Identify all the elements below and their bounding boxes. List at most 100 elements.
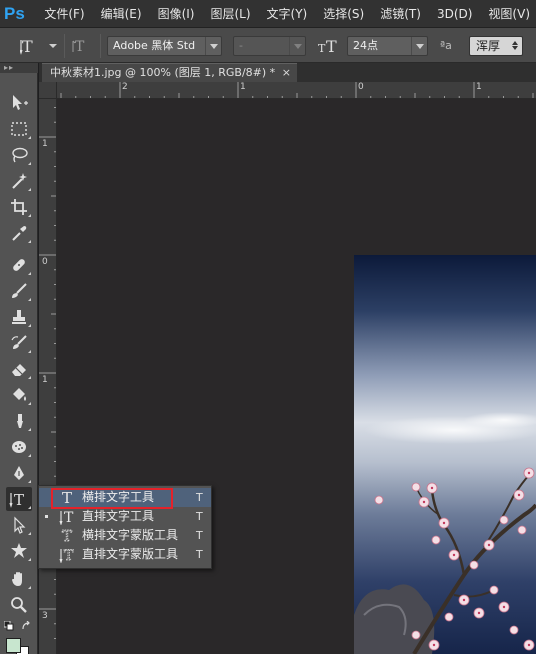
zoom-icon	[11, 597, 27, 613]
divider	[64, 34, 65, 58]
flyout-item-shortcut: T	[196, 548, 203, 561]
photoshop-logo: Ps	[4, 3, 25, 23]
canvas-area[interactable]	[57, 99, 536, 654]
font-style-dropdown[interactable]: -	[233, 36, 306, 56]
flyout-item-horizontal-type-mask[interactable]: T 横排文字蒙版工具 T	[39, 526, 211, 545]
font-style-value: -	[239, 39, 243, 52]
font-family-dropdown[interactable]: Adobe 黑体 Std	[107, 36, 222, 56]
path-selection-tool[interactable]	[6, 513, 32, 537]
sponge-tool[interactable]	[6, 435, 32, 459]
brush-tool[interactable]	[6, 279, 32, 303]
menu-layer[interactable]: 图层(L)	[204, 0, 256, 28]
flyout-item-label: 直排文字蒙版工具	[82, 547, 179, 561]
marquee-tool[interactable]	[6, 117, 32, 141]
ruler-label: 0	[42, 257, 48, 267]
ruler-ticks	[60, 82, 534, 98]
document-image[interactable]	[354, 255, 536, 654]
menu-bar: Ps 文件(F) 编辑(E) 图像(I) 图层(L) 文字(Y) 选择(S) 滤…	[0, 0, 536, 28]
menu-file[interactable]: 文件(F)	[38, 0, 90, 28]
horizontal-type-mask-icon: T	[62, 527, 73, 544]
crop-tool[interactable]	[6, 195, 32, 219]
ruler-label: 1	[476, 82, 482, 92]
sponge-icon	[12, 441, 26, 453]
lasso-icon	[12, 147, 28, 163]
highlight-outline	[51, 488, 173, 509]
blur-tool[interactable]	[6, 409, 32, 433]
lasso-tool[interactable]	[6, 143, 32, 167]
brush-icon	[12, 283, 27, 298]
hand-tool[interactable]	[6, 567, 32, 591]
vertical-type-icon: T	[20, 37, 33, 56]
ruler-label: 0	[358, 82, 364, 92]
eraser-tool[interactable]	[6, 357, 32, 381]
stamp-tool[interactable]	[6, 305, 32, 329]
font-size-value: 24点	[353, 39, 378, 52]
text-orientation-toggle[interactable]: T	[70, 28, 92, 63]
text-orientation-icon: T	[72, 39, 85, 55]
updown-arrows-icon	[512, 40, 519, 52]
menu-view[interactable]: 视图(V)	[482, 0, 536, 28]
hand-icon	[12, 572, 22, 586]
foreground-color-swatch[interactable]	[6, 638, 21, 653]
svg-text:T: T	[64, 510, 74, 525]
divider	[100, 34, 101, 58]
pen-icon	[14, 466, 24, 480]
eyedropper-tool[interactable]	[6, 221, 32, 245]
antialias-dropdown[interactable]: 浑厚	[469, 36, 523, 56]
chevron-down-icon	[205, 37, 221, 55]
eraser-icon	[12, 364, 26, 376]
menu-edit[interactable]: 编辑(E)	[95, 0, 148, 28]
svg-text:T: T	[62, 527, 72, 544]
menu-3d[interactable]: 3D(D)	[431, 0, 478, 28]
pen-tool[interactable]	[6, 461, 32, 485]
type-tool[interactable]: T	[6, 487, 32, 511]
panel-grip[interactable]: ▸▸	[0, 63, 38, 73]
menu-type[interactable]: 文字(Y)	[261, 0, 314, 28]
current-tool-bullet	[45, 515, 48, 518]
flyout-item-vertical-type[interactable]: T 直排文字工具 T	[39, 507, 211, 526]
chevron-down-icon	[289, 37, 305, 55]
antialias-label: ªa	[440, 39, 452, 52]
menu-filter[interactable]: 滤镜(T)	[374, 0, 427, 28]
flyout-item-vertical-type-mask[interactable]: T 直排文字蒙版工具 T	[39, 545, 211, 564]
flyout-item-label: 直排文字工具	[82, 509, 155, 523]
paint-bucket-tool[interactable]	[6, 383, 32, 407]
ruler-origin[interactable]	[39, 82, 57, 99]
ruler-label: 2	[122, 82, 128, 92]
document-tabs: 中秋素材1.jpg @ 100% (图层 1, RGB/8#) * ×	[39, 63, 536, 82]
svg-text:T: T	[75, 39, 85, 55]
font-family-value: Adobe 黑体 Std	[113, 39, 196, 52]
rect-marquee-icon	[11, 122, 27, 136]
close-icon[interactable]: ×	[282, 64, 291, 82]
default-colors-icon[interactable]	[4, 621, 14, 631]
flyout-item-shortcut: T	[196, 510, 203, 523]
move-icon	[13, 95, 28, 110]
moon-festival-image	[354, 255, 536, 654]
menu-image[interactable]: 图像(I)	[152, 0, 201, 28]
healing-tool[interactable]	[6, 253, 32, 277]
ruler-label: 3	[42, 611, 48, 621]
stamp-icon	[12, 310, 26, 324]
tool-preset-picker[interactable]: T	[20, 28, 58, 63]
flyout-item-label: 横排文字蒙版工具	[82, 528, 179, 542]
ruler-label: 1	[240, 82, 246, 92]
menu-select[interactable]: 选择(S)	[317, 0, 370, 28]
type-icon: T	[9, 491, 24, 509]
move-tool[interactable]	[6, 91, 32, 115]
font-size-icon: T T	[318, 37, 337, 56]
chevron-down-icon	[49, 43, 57, 48]
document-tab-title: 中秋素材1.jpg @ 100% (图层 1, RGB/8#) *	[50, 66, 276, 79]
history-brush-icon	[11, 335, 27, 349]
vertical-type-icon: T	[59, 510, 74, 525]
document-tab[interactable]: 中秋素材1.jpg @ 100% (图层 1, RGB/8#) * ×	[42, 63, 297, 82]
blur-icon	[17, 414, 23, 428]
swap-colors-icon[interactable]	[22, 621, 32, 631]
history-brush-tool[interactable]	[6, 331, 32, 355]
vertical-ruler[interactable]: 1 0 1 2 3	[39, 99, 57, 654]
magic-wand-tool[interactable]	[6, 169, 32, 193]
tools-panel: ▸▸ T	[0, 63, 38, 654]
custom-shape-tool[interactable]	[6, 539, 32, 563]
zoom-tool[interactable]	[6, 593, 32, 617]
horizontal-ruler[interactable]: 2 1 0 1	[57, 82, 536, 99]
font-size-dropdown[interactable]: 24点	[347, 36, 428, 56]
